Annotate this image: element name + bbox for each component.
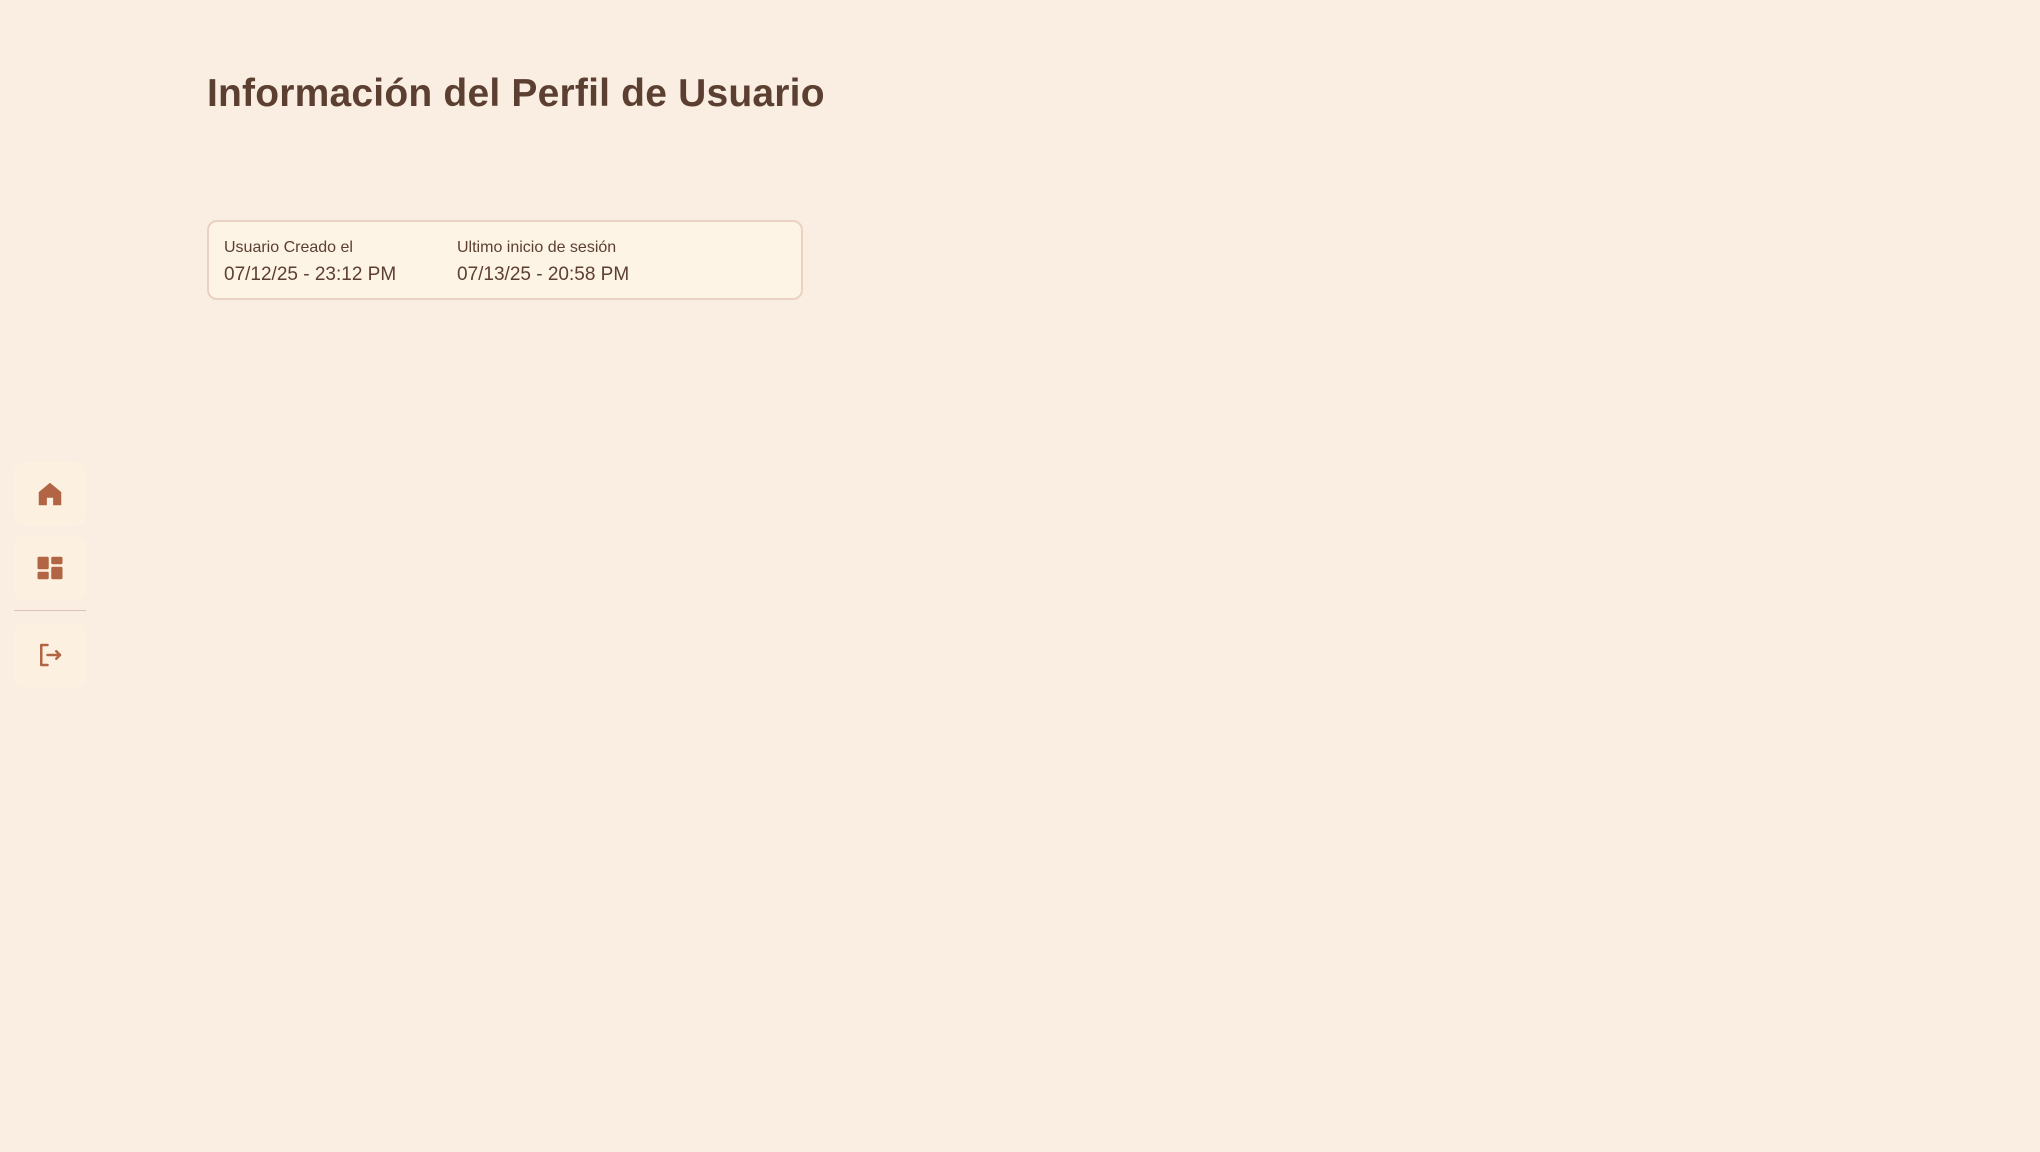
sidebar [14,462,88,697]
home-icon [38,482,62,506]
created-value: 07/12/25 - 23:12 PM [224,264,397,285]
created-info: Usuario Creado el 07/12/25 - 23:12 PM [224,238,457,298]
sidebar-divider [14,610,86,611]
page-title: Información del Perfil de Usuario [207,72,825,115]
last-login-info: Ultimo inicio de sesión 07/13/25 - 20:58… [457,238,629,298]
dashboard-icon [37,556,63,580]
last-login-value: 07/13/25 - 20:58 PM [457,264,630,285]
profile-info-card: Usuario Creado el 07/12/25 - 23:12 PM Ul… [207,220,803,300]
created-label: Usuario Creado el [224,239,353,256]
last-login-label: Ultimo inicio de sesión [457,239,617,256]
logout-button[interactable] [14,623,86,687]
dashboard-button[interactable] [14,536,86,600]
logout-icon [40,643,62,667]
home-button[interactable] [14,462,86,526]
